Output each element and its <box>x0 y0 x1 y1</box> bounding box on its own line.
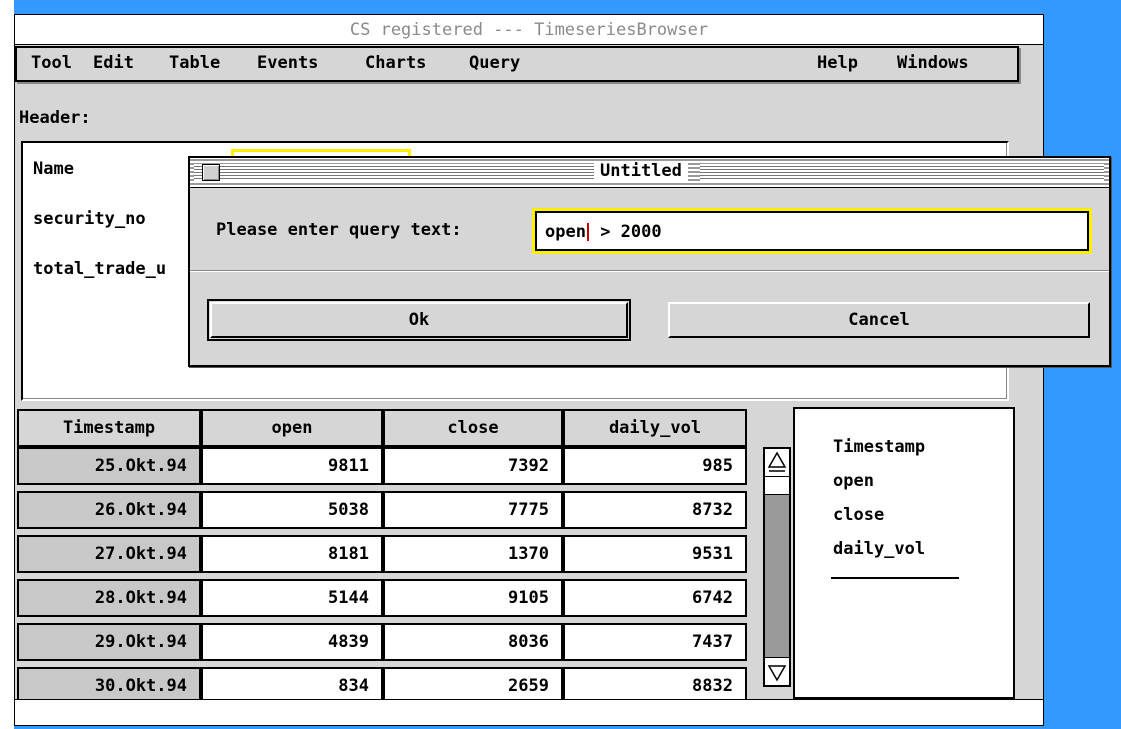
menu-windows[interactable]: Windows <box>897 53 969 73</box>
query-prompt-label: Please enter query text: <box>216 220 462 240</box>
arrow-up-icon[interactable] <box>765 449 789 477</box>
query-text[interactable]: open > 2000 <box>535 211 1089 251</box>
table-cell-open[interactable]: 8181 <box>201 535 383 573</box>
header-label: Header: <box>19 108 91 128</box>
titlebar-stripes <box>700 164 1104 181</box>
table-cell-open[interactable]: 5038 <box>201 491 383 529</box>
ok-button[interactable]: Ok <box>207 299 631 341</box>
dialog-separator <box>190 270 1109 272</box>
scroll-thumb[interactable] <box>765 477 789 495</box>
column-list: Timestamp open close daily_vol <box>793 407 1015 699</box>
table-cell-daily-vol[interactable]: 7437 <box>563 623 747 661</box>
query-text-before-caret: open <box>545 222 586 242</box>
table-cell-open[interactable]: 4839 <box>201 623 383 661</box>
table-cell-close[interactable]: 7392 <box>383 447 563 485</box>
column-list-item[interactable]: daily_vol <box>833 539 925 559</box>
window-title: CS registered --- TimeseriesBrowser <box>349 19 709 40</box>
close-box-icon[interactable] <box>202 164 220 181</box>
table-cell-open[interactable]: 5144 <box>201 579 383 617</box>
menu-edit[interactable]: Edit <box>93 53 134 73</box>
table-cell-timestamp[interactable]: 26.Okt.94 <box>17 491 201 529</box>
menu-help[interactable]: Help <box>817 53 858 73</box>
text-caret <box>586 223 589 241</box>
query-text-after-caret: > 2000 <box>589 222 662 242</box>
timeseries-browser-window: CS registered --- TimeseriesBrowser Tool… <box>14 14 1044 726</box>
query-dialog: Untitled Please enter query text: open >… <box>188 156 1111 367</box>
header-field-security-no: security_no <box>33 209 146 229</box>
table-cell-timestamp[interactable]: 25.Okt.94 <box>17 447 201 485</box>
column-header-close[interactable]: close <box>383 409 563 447</box>
header-field-total-trade: total_trade_u <box>33 259 167 279</box>
menu-bar: Tool Edit Table Events Charts Query Help… <box>15 46 1019 82</box>
titlebar-stripes <box>194 164 594 181</box>
column-list-item[interactable]: open <box>833 471 874 491</box>
menu-events[interactable]: Events <box>257 53 318 73</box>
header-field-name: Name <box>33 159 74 179</box>
table-cell-close[interactable]: 1370 <box>383 535 563 573</box>
table-cell-daily-vol[interactable]: 985 <box>563 447 747 485</box>
table-cell-timestamp[interactable]: 28.Okt.94 <box>17 579 201 617</box>
ok-button-label: Ok <box>408 310 430 330</box>
menu-tool[interactable]: Tool <box>31 53 72 73</box>
column-list-divider <box>831 577 959 579</box>
column-header-daily-vol[interactable]: daily_vol <box>563 409 747 447</box>
cancel-button-label: Cancel <box>848 310 910 330</box>
query-input[interactable]: open > 2000 <box>532 208 1092 254</box>
menu-table[interactable]: Table <box>169 53 220 73</box>
table-cell-close[interactable]: 7775 <box>383 491 563 529</box>
menu-query[interactable]: Query <box>469 53 520 73</box>
dialog-titlebar[interactable]: Untitled <box>190 158 1109 188</box>
dialog-title: Untitled <box>594 161 688 181</box>
table-cell-open[interactable]: 9811 <box>201 447 383 485</box>
status-bar <box>15 699 1043 725</box>
window-titlebar[interactable]: CS registered --- TimeseriesBrowser <box>15 15 1043 45</box>
menu-charts[interactable]: Charts <box>365 53 426 73</box>
column-header-open[interactable]: open <box>201 409 383 447</box>
desktop-edge <box>0 0 14 729</box>
table-cell-daily-vol[interactable]: 9531 <box>563 535 747 573</box>
cancel-button[interactable]: Cancel <box>668 302 1090 338</box>
table-cell-timestamp[interactable]: 27.Okt.94 <box>17 535 201 573</box>
table-scrollbar[interactable] <box>763 447 791 687</box>
column-header-timestamp[interactable]: Timestamp <box>17 409 201 447</box>
table-cell-daily-vol[interactable]: 8732 <box>563 491 747 529</box>
table-cell-timestamp[interactable]: 29.Okt.94 <box>17 623 201 661</box>
column-list-item[interactable]: Timestamp <box>833 437 925 457</box>
table-cell-close[interactable]: 8036 <box>383 623 563 661</box>
arrow-down-icon[interactable] <box>765 657 789 685</box>
table-cell-daily-vol[interactable]: 6742 <box>563 579 747 617</box>
table-cell-close[interactable]: 9105 <box>383 579 563 617</box>
column-list-item[interactable]: close <box>833 505 884 525</box>
